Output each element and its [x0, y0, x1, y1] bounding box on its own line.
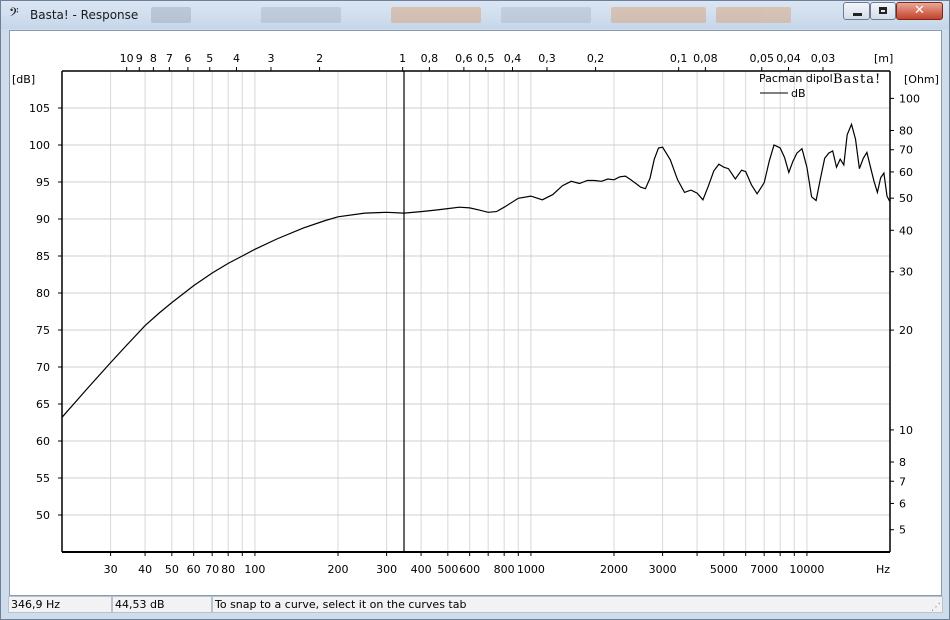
status-bar: 346,9 Hz 44,53 dB To snap to a curve, se…: [8, 596, 943, 614]
maximize-button[interactable]: [870, 2, 896, 20]
maximize-icon: [879, 7, 887, 14]
top-tick-label: 0,6: [455, 52, 473, 65]
ohm-tick-label: 20: [899, 324, 913, 337]
ohm-tick-label: 10: [899, 424, 913, 437]
ohm-tick-label: 5: [899, 524, 906, 537]
top-tick-label: 0,03: [811, 52, 836, 65]
x-tick-label: 800: [494, 563, 515, 576]
right-axis-unit: [Ohm]: [904, 73, 939, 86]
ohm-tick-label: 50: [899, 192, 913, 205]
top-tick-label: 5: [206, 52, 213, 65]
ohm-tick-label: 30: [899, 266, 913, 279]
y-tick-label: 80: [36, 287, 50, 300]
x-tick-label: 30: [104, 563, 118, 576]
ohm-tick-label: 60: [899, 166, 913, 179]
close-icon: ✕: [914, 3, 925, 18]
x-tick-label: 600: [459, 563, 480, 576]
x-tick-label: 300: [376, 563, 397, 576]
ohm-tick-label: 70: [899, 144, 913, 157]
top-tick-label: 0,3: [538, 52, 556, 65]
x-tick-label: 7000: [750, 563, 778, 576]
title-bar-background-blur: [151, 5, 791, 25]
x-axis-unit: Hz: [876, 563, 890, 576]
top-tick-label: 0,08: [693, 52, 718, 65]
ohm-tick-label: 100: [899, 92, 920, 105]
status-frequency: 346,9 Hz: [8, 596, 112, 613]
x-tick-label: 200: [328, 563, 349, 576]
top-tick-label: 0,05: [749, 52, 774, 65]
minimize-button[interactable]: [843, 2, 870, 20]
y-tick-label: 90: [36, 213, 50, 226]
y-tick-label: 55: [36, 472, 50, 485]
top-tick-label: 0,4: [504, 52, 522, 65]
top-tick-label: 7: [166, 52, 173, 65]
minimize-icon: [853, 13, 862, 16]
y-tick-label: 85: [36, 250, 50, 263]
top-tick-label: 10: [120, 52, 134, 65]
x-tick-label: 80: [221, 563, 235, 576]
top-tick-label: 3: [267, 52, 274, 65]
y-tick-label: 50: [36, 509, 50, 522]
top-tick-label: 4: [233, 52, 240, 65]
app-window: 𝄢 Basta! - Response ✕ 30 40 50 60 70 80 100 200…: [0, 0, 950, 620]
x-tick-label: 70: [205, 563, 219, 576]
bass-clef-icon: 𝄢: [9, 5, 19, 23]
legend-title: Pacman dipol: [759, 72, 833, 85]
y-tick-label: 105: [29, 102, 50, 115]
y-tick-label: 70: [36, 361, 50, 374]
x-tick-label: 40: [138, 563, 152, 576]
ohm-tick-label: 80: [899, 125, 913, 138]
status-hint: To snap to a curve, select it on the cur…: [212, 596, 943, 613]
y-tick-label: 75: [36, 324, 50, 337]
top-tick-label: 0,1: [670, 52, 688, 65]
ohm-tick-label: 6: [899, 497, 906, 510]
y-tick-label: 100: [29, 139, 50, 152]
ohm-tick-label: 40: [899, 224, 913, 237]
x-tick-label: 2000: [600, 563, 628, 576]
x-tick-label: 50: [165, 563, 179, 576]
top-tick-label: 0,8: [421, 52, 439, 65]
top-tick-label: 2: [316, 52, 323, 65]
top-tick-label: 1: [399, 52, 406, 65]
top-axis-unit: [m]: [874, 52, 893, 65]
window-title: Basta! - Response: [30, 8, 139, 22]
x-tick-label: 500: [437, 563, 458, 576]
response-chart[interactable]: 30 40 50 60 70 80 100 200 300 400 500 600 800 1000 200…: [10, 31, 941, 595]
top-tick-label: 0,04: [776, 52, 801, 65]
close-button[interactable]: ✕: [896, 2, 943, 20]
top-tick-label: 6: [184, 52, 191, 65]
x-tick-label: 3000: [649, 563, 677, 576]
y-tick-label: 95: [36, 176, 50, 189]
left-axis-unit: [dB]: [12, 73, 35, 86]
response-curve-db: [61, 122, 891, 418]
basta-watermark: Basta!: [833, 72, 881, 87]
title-bar[interactable]: 𝄢 Basta! - Response ✕: [1, 1, 949, 29]
y-tick-label: 60: [36, 435, 50, 448]
top-tick-label: 0,5: [477, 52, 495, 65]
x-tick-label: 60: [187, 563, 201, 576]
ohm-tick-label: 7: [899, 475, 906, 488]
x-tick-label: 1000: [517, 563, 545, 576]
status-level: 44,53 dB: [112, 596, 212, 613]
top-tick-label: 8: [150, 52, 157, 65]
response-chart-area[interactable]: 30 40 50 60 70 80 100 200 300 400 500 600 800 1000 200…: [9, 30, 942, 596]
x-tick-label: 100: [244, 563, 265, 576]
ohm-tick-label: 8: [899, 456, 906, 469]
legend-label-db: dB: [791, 87, 806, 100]
x-tick-label: 400: [411, 563, 432, 576]
top-tick-label: 0,2: [587, 52, 605, 65]
x-tick-label: 10000: [789, 563, 824, 576]
y-tick-label: 65: [36, 398, 50, 411]
x-tick-label: 5000: [710, 563, 738, 576]
top-tick-label: 9: [136, 52, 143, 65]
resize-grip-icon[interactable]: ⋰: [931, 602, 943, 614]
